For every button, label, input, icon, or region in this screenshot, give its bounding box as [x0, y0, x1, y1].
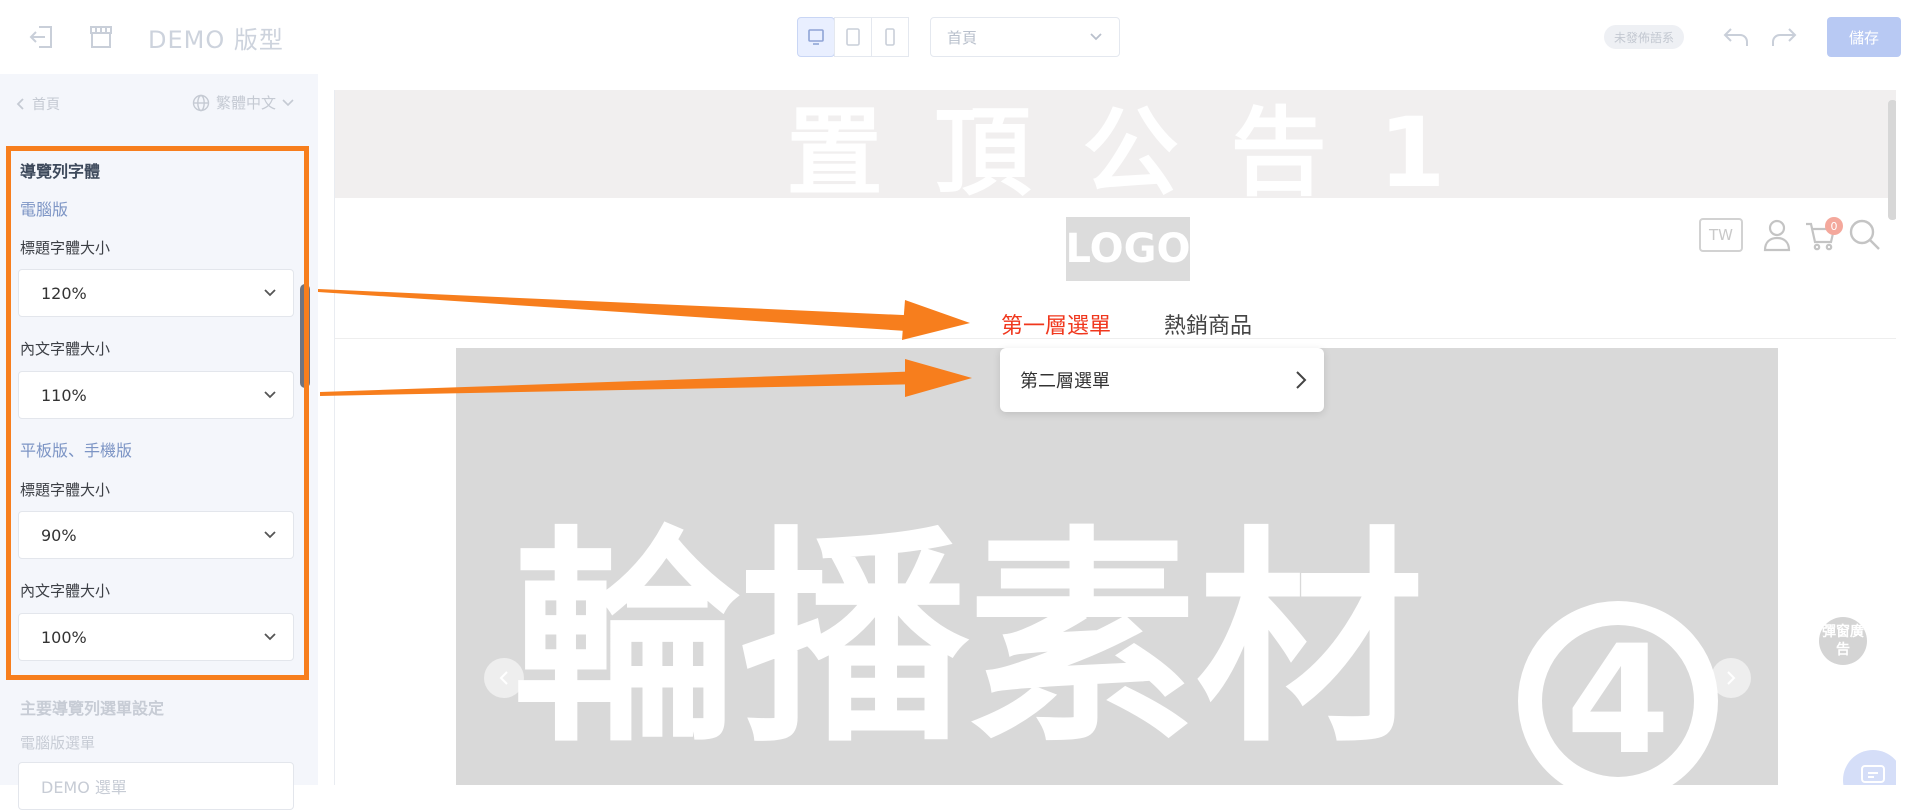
- carousel-slide-number: 4: [1518, 601, 1718, 785]
- top-announcement-bar: 置頂公告1: [335, 90, 1896, 209]
- carousel-slide-text: 輪播素材: [512, 507, 1424, 773]
- cart-count-badge: 0: [1825, 217, 1843, 235]
- main-nav-section-title: 主要導覽列選單設定: [20, 699, 165, 718]
- publish-status-badge: 未發佈語系: [1604, 25, 1685, 49]
- redo-button[interactable]: [1765, 18, 1803, 56]
- language-label: 繁體中文: [216, 94, 277, 112]
- language-switch[interactable]: TW: [1699, 218, 1743, 252]
- chevron-right-icon: [1296, 371, 1307, 389]
- desktop-icon: [808, 29, 824, 45]
- tablet-icon: [846, 28, 860, 46]
- nav-submenu-dropdown[interactable]: 第二層選單: [1000, 348, 1324, 412]
- save-button[interactable]: 儲存: [1827, 17, 1901, 57]
- language-select[interactable]: 繁體中文: [192, 92, 294, 113]
- announcement-text: 置頂公告1: [786, 96, 1498, 209]
- device-switcher: [797, 17, 909, 57]
- back-link-label: 首頁: [32, 97, 60, 113]
- annotation-highlight-box: [6, 146, 309, 680]
- site-logo[interactable]: LOGO: [1066, 217, 1190, 281]
- redo-icon: [1772, 28, 1797, 46]
- site-preview: 置頂公告1 LOGO TW 0 第一層選單 熱銷商品 輪播素材 4 第二層選單 …: [334, 90, 1896, 785]
- chevron-left-icon: [16, 98, 24, 110]
- undo-button[interactable]: [1717, 18, 1755, 56]
- desktop-menu-label: 電腦版選單: [20, 734, 96, 752]
- undo-icon: [1723, 28, 1748, 46]
- mobile-icon: [885, 28, 895, 46]
- page-select-value: 首頁: [947, 28, 978, 47]
- globe-icon: [192, 94, 210, 111]
- preview-scrollbar-thumb[interactable]: [1888, 100, 1896, 220]
- template-title: DEMO 版型: [148, 26, 284, 54]
- chevron-down-icon: [282, 98, 294, 106]
- exit-icon[interactable]: [25, 20, 59, 54]
- chat-icon: [1861, 765, 1885, 783]
- carousel-prev-button[interactable]: [484, 658, 524, 698]
- desktop-menu-value: DEMO 選單: [41, 778, 127, 797]
- hero-carousel[interactable]: 輪播素材 4: [456, 348, 1778, 785]
- main-nav-bar: [335, 281, 1896, 339]
- user-icon[interactable]: [1759, 217, 1795, 253]
- top-bar: DEMO 版型 首頁 未發佈語系 儲存: [0, 0, 1913, 74]
- nav-item-hot-products[interactable]: 熱銷商品: [1164, 308, 1252, 340]
- back-link[interactable]: 首頁: [16, 94, 60, 114]
- store-icon[interactable]: [84, 20, 118, 54]
- chevron-right-icon: [1727, 671, 1736, 685]
- carousel-next-button[interactable]: [1711, 658, 1751, 698]
- desktop-menu-select[interactable]: DEMO 選單: [18, 762, 294, 810]
- chevron-down-icon: [1090, 33, 1102, 41]
- chevron-left-icon: [499, 671, 508, 685]
- search-icon[interactable]: [1847, 217, 1883, 253]
- popup-ad-button[interactable]: 彈窗廣告: [1819, 617, 1867, 665]
- mobile-view-button[interactable]: [871, 17, 909, 57]
- desktop-view-button[interactable]: [797, 17, 835, 57]
- tablet-view-button[interactable]: [834, 17, 872, 57]
- sidebar-header: 首頁 繁體中文: [0, 74, 318, 130]
- nav-item-first-level[interactable]: 第一層選單: [1001, 308, 1111, 340]
- submenu-item-label: 第二層選單: [1020, 371, 1110, 392]
- page-select[interactable]: 首頁: [930, 17, 1120, 57]
